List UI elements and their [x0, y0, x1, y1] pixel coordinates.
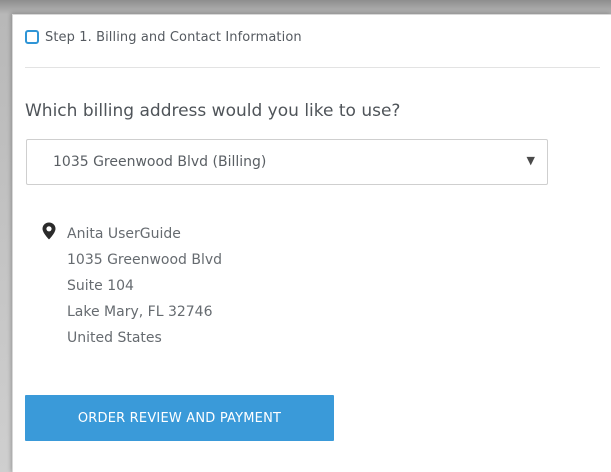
- address-country: United States: [67, 330, 162, 346]
- step-title: Step 1. Billing and Contact Information: [45, 29, 302, 45]
- header-divider: [25, 67, 600, 68]
- caret-down-icon: ▼: [526, 154, 535, 167]
- address-lines: Anita UserGuide 1035 Greenwood Blvd Suit…: [67, 221, 222, 351]
- step-header: Step 1. Billing and Contact Information: [25, 25, 302, 49]
- address-name: Anita UserGuide: [67, 226, 181, 242]
- billing-address-question: Which billing address would you like to …: [25, 101, 401, 121]
- step-checkbox[interactable]: [25, 30, 39, 44]
- screenshot-backdrop: Step 1. Billing and Contact Information …: [0, 0, 611, 472]
- billing-address-select[interactable]: 1035 Greenwood Blvd (Billing) ▼: [26, 139, 548, 185]
- address-city-state-zip: Lake Mary, FL 32746: [67, 304, 213, 320]
- address-suite: Suite 104: [67, 278, 134, 294]
- address-street: 1035 Greenwood Blvd: [67, 252, 223, 268]
- selected-address-block: Anita UserGuide 1035 Greenwood Blvd Suit…: [41, 221, 222, 351]
- checkout-panel: Step 1. Billing and Contact Information …: [12, 14, 611, 472]
- order-review-and-payment-button[interactable]: ORDER REVIEW AND PAYMENT: [25, 395, 334, 441]
- billing-address-selected-value: 1035 Greenwood Blvd (Billing): [53, 154, 267, 170]
- map-pin-icon: [42, 222, 56, 240]
